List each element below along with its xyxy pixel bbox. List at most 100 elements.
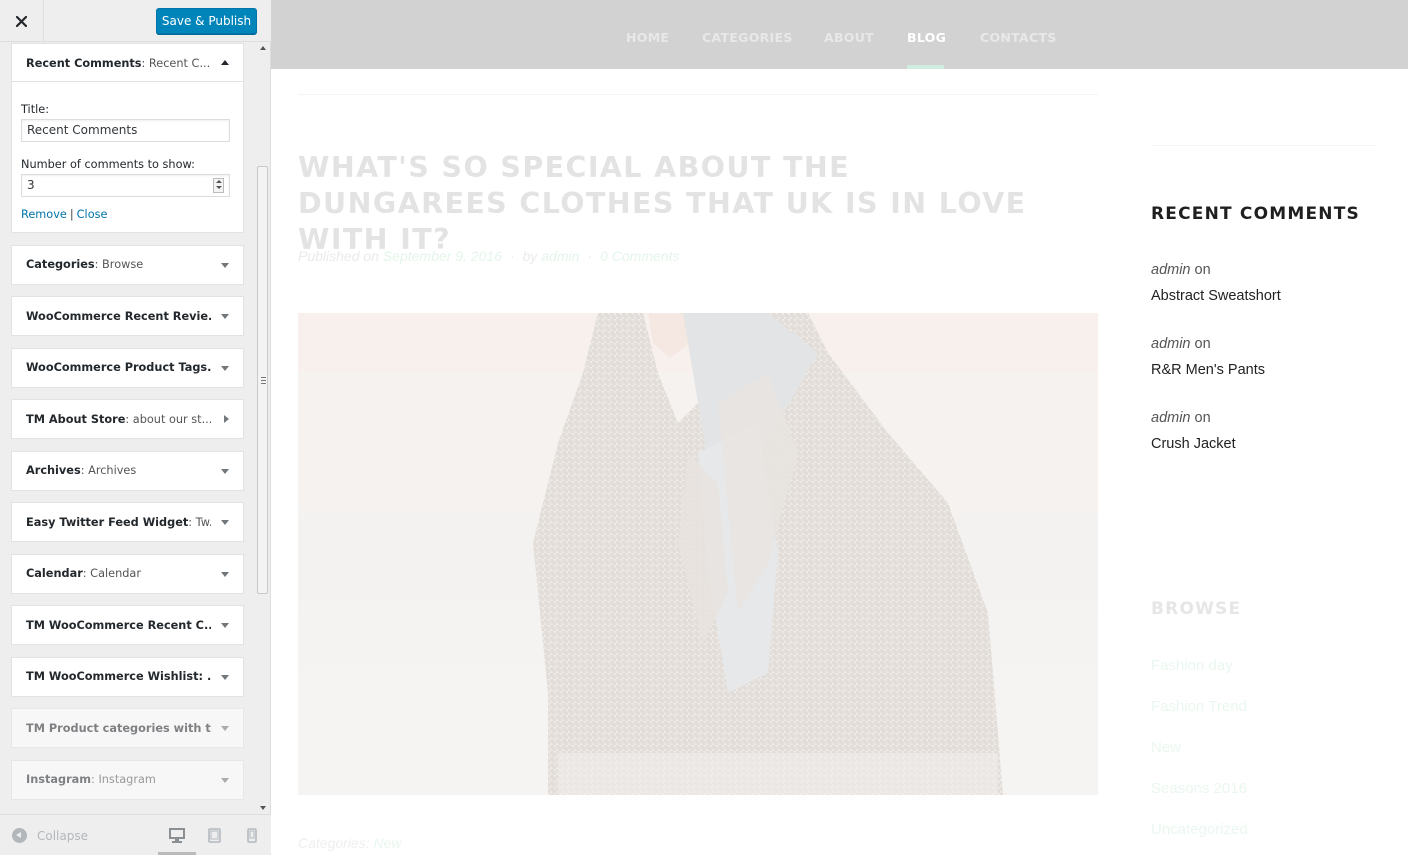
nav-categories[interactable]: CATEGORIES — [702, 30, 793, 45]
title-field-label: Title: — [21, 103, 50, 116]
widget-categories[interactable]: Categories: Browse — [11, 244, 244, 285]
post-meta: Published on September 9, 2016 · by admin ·… — [298, 248, 679, 264]
chevron-down-icon[interactable] — [221, 365, 229, 371]
title-field[interactable]: Recent Comments — [21, 119, 230, 142]
spinner-arrows-icon[interactable] — [213, 178, 224, 193]
post-comments-link[interactable]: 0 Comments — [600, 248, 679, 264]
widget-name: Archives — [26, 464, 81, 477]
nav-home[interactable]: HOME — [626, 30, 669, 45]
widget-instagram[interactable]: Instagram: Instagram — [11, 759, 244, 800]
widget-name: Recent Comments — [26, 56, 142, 70]
widget-subtitle: : Browse — [94, 258, 144, 271]
scroll-up-icon[interactable] — [260, 46, 266, 50]
post-date-link[interactable]: September 9, 2016 — [383, 248, 502, 264]
widget-tm-product-categories[interactable]: TM Product categories with t... — [11, 708, 244, 748]
widget-subtitle: : about our st... — [125, 412, 211, 426]
save-publish-button[interactable]: Save & Publish — [156, 8, 257, 34]
widget-subtitle: : Calendar — [82, 567, 141, 580]
widget-tm-woocommerce-wishlist[interactable]: TM WooCommerce Wishlist: ... — [11, 656, 244, 697]
collapse-label: Collapse — [37, 828, 88, 843]
widget-list: Recent Comments: Recent C... Title: Rece… — [11, 43, 244, 811]
tablet-icon[interactable] — [208, 828, 221, 843]
comment-author[interactable]: admin — [1151, 410, 1191, 426]
comment-author-line: admin on — [1151, 262, 1211, 278]
post-featured-image[interactable] — [298, 313, 1098, 795]
count-field-label: Number of comments to show: — [21, 158, 195, 171]
browse-item[interactable]: Fashion day — [1151, 657, 1233, 674]
chevron-down-icon[interactable] — [221, 623, 229, 628]
post-title[interactable]: WHAT'S SO SPECIAL ABOUT THE DUNGAREES CL… — [298, 150, 1058, 258]
widget-name: Easy Twitter Feed Widget — [26, 515, 189, 529]
featured-image-illustration — [298, 313, 1098, 795]
comment-on-word: on — [1194, 410, 1211, 426]
nav-contacts[interactable]: CONTACTS — [980, 30, 1057, 45]
nav-about[interactable]: ABOUT — [824, 30, 874, 45]
widget-easy-twitter-feed[interactable]: Easy Twitter Feed Widget: Tw... — [11, 502, 244, 542]
sidebar-scrollbar[interactable] — [256, 42, 270, 814]
chevron-down-icon[interactable] — [221, 674, 229, 680]
comment-on-word: on — [1194, 262, 1211, 278]
browse-item[interactable]: New — [1151, 739, 1181, 756]
browse-heading: BROWSE — [1151, 599, 1242, 619]
chevron-down-icon[interactable] — [221, 468, 229, 474]
widget-name: WooCommerce Recent Revie... — [26, 309, 211, 323]
collapse-button[interactable]: Collapse — [12, 828, 88, 843]
comment-count-stepper[interactable]: 3 — [21, 174, 230, 197]
chevron-up-icon[interactable] — [221, 59, 229, 65]
chevron-down-icon[interactable] — [221, 777, 229, 783]
widget-name: WooCommerce Product Tags... — [26, 361, 211, 374]
comment-post-link[interactable]: Crush Jacket — [1151, 436, 1236, 452]
comment-author[interactable]: admin — [1151, 262, 1191, 278]
widget-calendar[interactable]: Calendar: Calendar — [11, 553, 244, 594]
widget-woocommerce-recent-reviews[interactable]: WooCommerce Recent Revie... — [11, 296, 244, 336]
nav-active-indicator — [907, 65, 944, 69]
category-link[interactable]: New — [373, 835, 401, 851]
comment-author[interactable]: admin — [1151, 336, 1191, 352]
browse-item[interactable]: Seasons 2016 — [1151, 780, 1247, 797]
chevron-right-icon[interactable] — [224, 415, 229, 423]
scroll-down-icon[interactable] — [260, 806, 266, 810]
browse-item[interactable]: Fashion Trend — [1151, 698, 1247, 715]
desktop-icon[interactable] — [169, 828, 185, 843]
published-prefix: Published on — [298, 248, 379, 264]
widget-woocommerce-product-tags[interactable]: WooCommerce Product Tags... — [11, 347, 244, 388]
widget-subtitle: : Tw... — [188, 515, 211, 529]
comment-post-link[interactable]: Abstract Sweatshort — [1151, 288, 1281, 304]
chevron-down-icon[interactable] — [221, 726, 229, 731]
grip-icon — [261, 377, 266, 384]
close-customizer-button[interactable] — [0, 0, 44, 42]
browse-item[interactable]: Uncategorized — [1151, 821, 1248, 838]
close-widget-link[interactable]: Close — [77, 208, 108, 221]
widget-actions: Remove | Close — [21, 208, 107, 221]
comment-author-line: admin on — [1151, 410, 1211, 426]
widget-tm-about-store[interactable]: TM About Store: about our st... — [11, 399, 244, 439]
widget-tm-woocommerce-recent[interactable]: TM WooCommerce Recent C... — [11, 605, 244, 645]
chevron-down-icon[interactable] — [221, 262, 229, 268]
content-divider — [298, 94, 1098, 95]
chevron-down-icon[interactable] — [221, 571, 229, 577]
widget-header-recent-comments[interactable]: Recent Comments: Recent C... — [12, 44, 243, 82]
widget-archives[interactable]: Archives: Archives — [11, 450, 244, 491]
widget-recent-comments: Recent Comments: Recent C... Title: Rece… — [11, 43, 244, 233]
categories-prefix: Categories: — [298, 835, 370, 851]
scrollbar-thumb[interactable] — [257, 166, 268, 594]
sidebar-divider — [1151, 145, 1376, 146]
recent-comments-heading: RECENT COMMENTS — [1151, 204, 1360, 224]
post-author-link[interactable]: admin — [541, 248, 579, 264]
widget-name: Calendar — [26, 567, 83, 580]
comment-post-link[interactable]: R&R Men's Pants — [1151, 362, 1265, 378]
actions-separator: | — [69, 208, 74, 221]
chevron-down-icon[interactable] — [221, 314, 229, 319]
meta-dot: · — [509, 248, 515, 264]
site-preview: HOME CATEGORIES ABOUT BLOG CONTACTS WHAT… — [271, 0, 1408, 855]
customizer-header: Save & Publish — [0, 0, 271, 42]
widget-name: TM About Store — [26, 412, 126, 426]
chevron-down-icon[interactable] — [221, 520, 229, 525]
nav-blog[interactable]: BLOG — [907, 30, 946, 45]
comment-on-word: on — [1194, 336, 1211, 352]
mobile-icon[interactable] — [247, 828, 257, 843]
comment-count-value: 3 — [27, 178, 35, 192]
widget-name: Categories — [26, 258, 95, 271]
comment-author-line: admin on — [1151, 336, 1211, 352]
remove-widget-link[interactable]: Remove — [21, 208, 67, 221]
